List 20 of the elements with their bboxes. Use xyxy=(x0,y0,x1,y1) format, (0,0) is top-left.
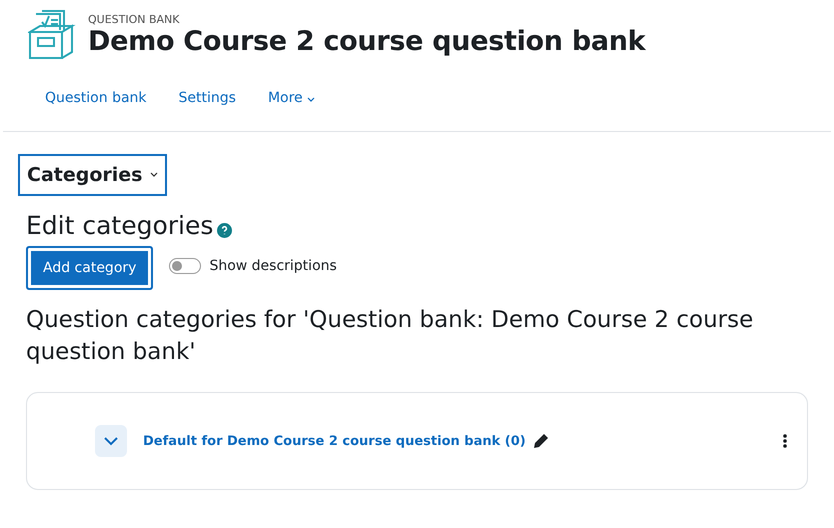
more-menu[interactable]: More xyxy=(252,90,331,110)
section-heading: Edit categories xyxy=(26,210,214,242)
page-title: Demo Course 2 course question bank xyxy=(88,26,646,57)
add-category-button[interactable]: Add category xyxy=(26,246,154,290)
page-context-label: QUESTION BANK xyxy=(88,13,181,26)
nav-link[interactable]: Settings xyxy=(162,90,252,110)
kebab-icon xyxy=(783,433,787,450)
chevron-icon xyxy=(104,436,118,446)
category-link[interactable]: Default for Demo Course 2 course question bank (0) xyxy=(143,434,526,449)
caret-icon xyxy=(150,172,158,178)
caret-icon xyxy=(306,97,315,103)
toggle-switch[interactable] xyxy=(169,258,202,274)
expand-button[interactable] xyxy=(95,425,127,458)
pencil-icon[interactable] xyxy=(532,432,550,450)
help-icon[interactable] xyxy=(217,222,232,238)
question-box-icon xyxy=(28,10,76,60)
nav-link[interactable]: Question bank xyxy=(29,90,163,110)
section-menu[interactable]: Categories xyxy=(18,154,168,196)
categories-heading: Question categories for 'Question bank: Demo Course 2 course question bank' xyxy=(26,306,754,368)
toggle-label: Show descriptions xyxy=(209,258,337,274)
